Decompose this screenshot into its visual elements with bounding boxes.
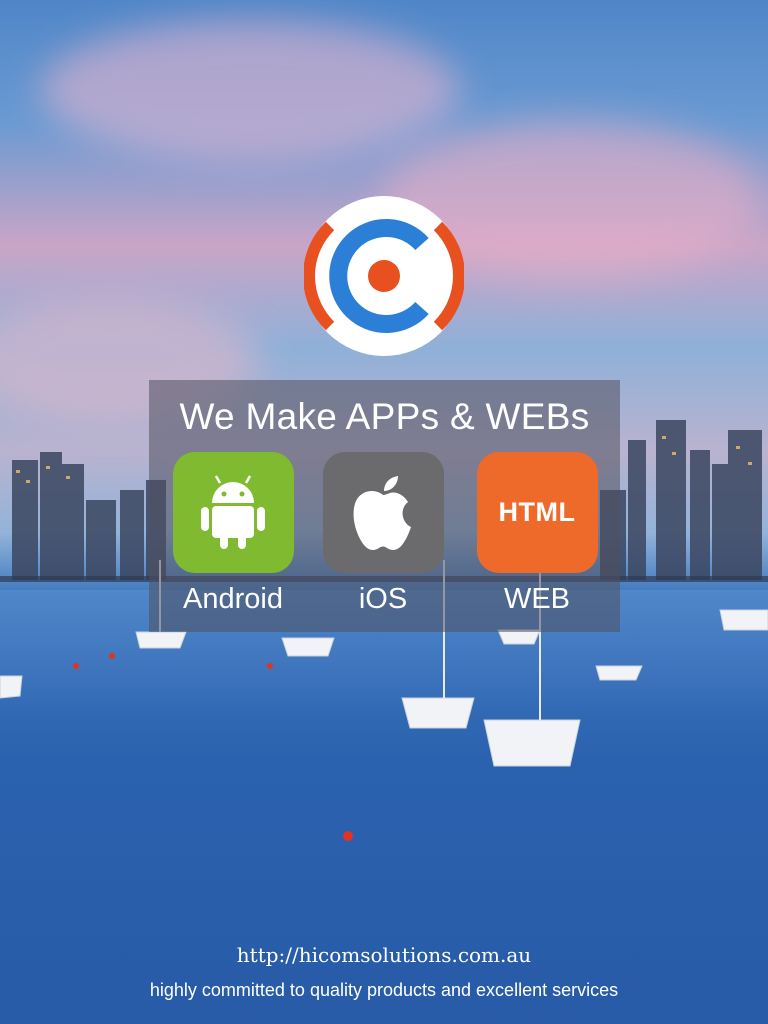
- tagline: highly committed to quality products and…: [149, 980, 619, 1000]
- ios-tile[interactable]: [322, 452, 444, 573]
- android-tile[interactable]: [172, 452, 294, 573]
- android-icon: [201, 474, 265, 549]
- headline: We Make APPs & WEBs: [179, 396, 590, 437]
- platform-ios[interactable]: iOS: [321, 452, 445, 616]
- platforms-panel: We Make APPs & WEBs Android iOS HTML WEB: [149, 380, 620, 632]
- platform-label-web: WEB: [503, 583, 571, 615]
- website-url[interactable]: http://hicomsolutions.com.au: [0, 943, 768, 967]
- web-tile[interactable]: HTML: [476, 452, 598, 573]
- splash-screen: We Make APPs & WEBs Android iOS HTML WEB…: [0, 0, 768, 1024]
- cloud-decoration: [40, 20, 460, 160]
- platform-label-android: Android: [183, 583, 283, 615]
- company-logo-icon: [304, 196, 464, 356]
- platform-label-ios: iOS: [358, 583, 408, 615]
- html-icon: HTML: [498, 497, 576, 527]
- platform-android[interactable]: Android: [171, 452, 295, 616]
- apple-icon: [353, 475, 411, 550]
- platform-web[interactable]: HTML WEB: [475, 452, 599, 616]
